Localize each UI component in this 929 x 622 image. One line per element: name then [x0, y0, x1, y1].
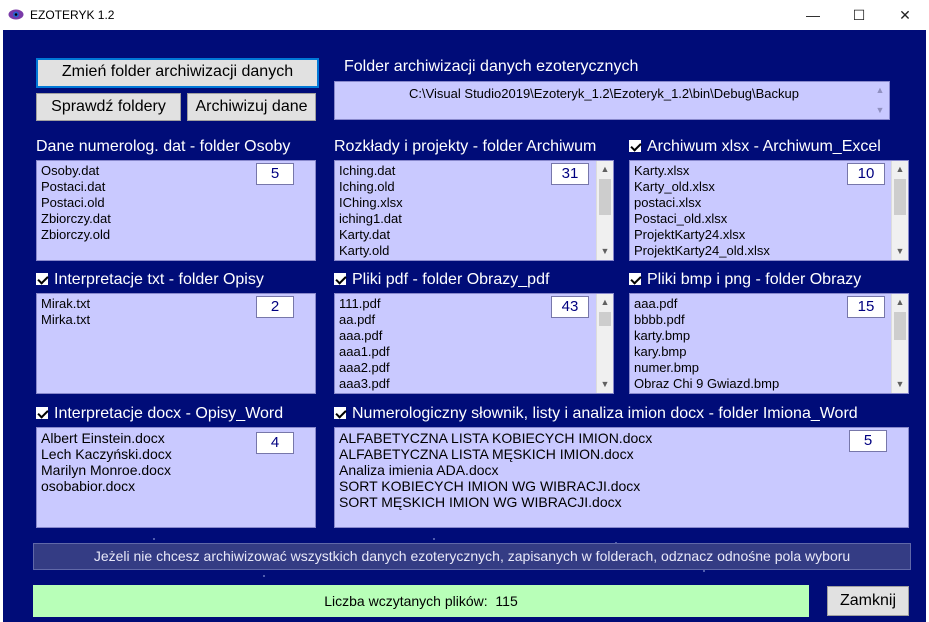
list-item[interactable]: Karty.old	[339, 243, 613, 259]
pdf-listbox[interactable]: 111.pdf aa.pdf aaa.pdf aaa1.pdf aaa2.pdf…	[334, 293, 614, 394]
minimize-button[interactable]: —	[790, 0, 836, 30]
scroll-up-icon[interactable]: ▲	[892, 294, 908, 311]
list-item[interactable]: IChing.xlsx	[339, 195, 613, 211]
list-item[interactable]: aaa3.pdf	[339, 376, 613, 392]
imiona-label-text: Numerologiczny słownik, listy i analiza …	[352, 405, 858, 422]
excel-checkbox[interactable]	[629, 140, 641, 152]
list-item[interactable]: Analiza imienia ADA.docx	[339, 462, 908, 478]
check-folders-button[interactable]: Sprawdź foldery	[36, 93, 181, 121]
opisy-label[interactable]: Interpretacje txt - folder Opisy	[36, 271, 264, 289]
archive-data-button[interactable]: Archiwizuj dane	[187, 93, 316, 121]
osoby-label: Dane numerolog. dat - folder Osoby	[36, 138, 291, 155]
close-window-button[interactable]: ✕	[882, 0, 928, 30]
scroll-down-icon[interactable]: ▼	[892, 376, 908, 393]
file-count-label: Liczba wczytanych plików:	[324, 593, 488, 609]
excel-label[interactable]: Archiwum xlsx - Archiwum_Excel	[629, 138, 881, 156]
scroll-up-icon[interactable]: ▲	[597, 161, 613, 178]
list-item[interactable]: aaa.pdf	[339, 328, 613, 344]
list-item[interactable]: ProjektKarty24.xlsx	[634, 227, 908, 243]
excel-label-text: Archiwum xlsx - Archiwum_Excel	[647, 138, 881, 155]
excel-scrollbar[interactable]: ▲ ▼	[891, 161, 908, 260]
list-item[interactable]: iching1.dat	[339, 211, 613, 227]
archiwum-count: 31	[551, 163, 589, 185]
osoby-listbox[interactable]: Osoby.dat Postaci.dat Postaci.old Zbiorc…	[36, 160, 316, 261]
opisy-checkbox[interactable]	[36, 273, 48, 285]
scroll-thumb[interactable]	[599, 179, 611, 215]
imiona-listbox[interactable]: ALFABETYCZNA LISTA KOBIECYCH IMION.docx …	[334, 427, 909, 528]
pdf-label[interactable]: Pliki pdf - folder Obrazy_pdf	[334, 271, 549, 289]
list-item[interactable]: Zbiorczy.dat	[41, 211, 315, 227]
archiwum-scrollbar[interactable]: ▲ ▼	[596, 161, 613, 260]
archiwum-label: Rozkłady i projekty - folder Archiwum	[334, 138, 597, 155]
word-label[interactable]: Interpretacje docx - Opisy_Word	[36, 405, 283, 423]
scroll-up-icon[interactable]: ▲	[597, 294, 613, 311]
imiona-count: 5	[849, 430, 887, 452]
list-item[interactable]: ProjektKarty24_old.xlsx	[634, 243, 908, 259]
word-listbox[interactable]: Albert Einstein.docx Lech Kaczyński.docx…	[36, 427, 316, 528]
obrazy-label[interactable]: Pliki bmp i png - folder Obrazy	[629, 271, 861, 289]
pdf-checkbox[interactable]	[334, 273, 346, 285]
scroll-thumb[interactable]	[599, 312, 611, 326]
file-count-status: Liczba wczytanych plików: 115	[33, 585, 809, 617]
opisy-count: 2	[256, 296, 294, 318]
list-item[interactable]: postaci.xlsx	[634, 195, 908, 211]
list-item[interactable]: karty.bmp	[634, 328, 908, 344]
opisy-listbox[interactable]: Mirak.txt Mirka.txt 2	[36, 293, 316, 394]
scroll-thumb[interactable]	[894, 179, 906, 215]
list-item[interactable]: aaa1.pdf	[339, 344, 613, 360]
scroll-down-icon[interactable]: ▼	[872, 102, 888, 119]
list-item[interactable]: Postaci_old.xlsx	[634, 211, 908, 227]
obrazy-listbox[interactable]: aaa.pdf bbbb.pdf karty.bmp kary.bmp nume…	[629, 293, 909, 394]
imiona-checkbox[interactable]	[334, 407, 346, 419]
pdf-count: 43	[551, 296, 589, 318]
close-button[interactable]: Zamknij	[827, 586, 909, 616]
archiwum-listbox[interactable]: Iching.dat Iching.old IChing.xlsx iching…	[334, 160, 614, 261]
eye-icon	[8, 9, 24, 20]
obrazy-scrollbar[interactable]: ▲ ▼	[891, 294, 908, 393]
window-title: EZOTERYK 1.2	[30, 8, 115, 22]
list-item[interactable]: numer.bmp	[634, 360, 908, 376]
info-message: Jeżeli nie chcesz archiwizować wszystkic…	[33, 543, 911, 570]
osoby-count: 5	[256, 163, 294, 185]
archive-folder-path-box[interactable]: C:\Visual Studio2019\Ezoteryk_1.2\Ezoter…	[334, 81, 890, 120]
excel-listbox[interactable]: Karty.xlsx Karty_old.xlsx postaci.xlsx P…	[629, 160, 909, 261]
maximize-button[interactable]: ☐	[836, 0, 882, 30]
scroll-up-icon[interactable]: ▲	[872, 82, 888, 99]
list-item[interactable]: ALFABETYCZNA LISTA KOBIECYCH IMION.docx	[339, 430, 908, 446]
list-item[interactable]: Obraz Chi 9 Gwiazd.bmp	[634, 376, 908, 392]
obrazy-label-text: Pliki bmp i png - folder Obrazy	[647, 271, 862, 288]
opisy-label-text: Interpretacje txt - folder Opisy	[54, 271, 264, 288]
main-window: Zmień folder archiwizacji danych Sprawdź…	[3, 30, 926, 622]
list-item[interactable]: Postaci.old	[41, 195, 315, 211]
pdf-scrollbar[interactable]: ▲ ▼	[596, 294, 613, 393]
scroll-thumb[interactable]	[894, 312, 906, 340]
list-item[interactable]: Marilyn Monroe.docx	[41, 462, 315, 478]
excel-count: 10	[847, 163, 885, 185]
list-item[interactable]: SORT KOBIECYCH IMION WG WIBRACJI.docx	[339, 478, 908, 494]
obrazy-checkbox[interactable]	[629, 273, 641, 285]
file-count-value: 115	[495, 593, 518, 609]
list-item[interactable]: SORT MĘSKICH IMION WG WIBRACJI.docx	[339, 494, 908, 510]
path-scrollbar[interactable]: ▲ ▼	[872, 82, 889, 119]
scroll-down-icon[interactable]: ▼	[597, 376, 613, 393]
title-bar: EZOTERYK 1.2 — ☐ ✕	[0, 0, 929, 30]
list-item[interactable]: ALFABETYCZNA LISTA MĘSKICH IMION.docx	[339, 446, 908, 462]
scroll-up-icon[interactable]: ▲	[892, 161, 908, 178]
scroll-down-icon[interactable]: ▼	[597, 243, 613, 260]
word-count: 4	[256, 432, 294, 454]
list-item[interactable]: osobabior.docx	[41, 478, 315, 494]
change-folder-button[interactable]: Zmień folder archiwizacji danych	[36, 58, 319, 88]
list-item[interactable]: Zbiorczy.old	[41, 227, 315, 243]
obrazy-count: 15	[847, 296, 885, 318]
pdf-label-text: Pliki pdf - folder Obrazy_pdf	[352, 271, 550, 288]
word-label-text: Interpretacje docx - Opisy_Word	[54, 405, 284, 422]
scroll-down-icon[interactable]: ▼	[892, 243, 908, 260]
imiona-label[interactable]: Numerologiczny słownik, listy i analiza …	[334, 405, 858, 423]
list-item[interactable]: kary.bmp	[634, 344, 908, 360]
list-item[interactable]: Karty.dat	[339, 227, 613, 243]
word-checkbox[interactable]	[36, 407, 48, 419]
list-item[interactable]: aaa2.pdf	[339, 360, 613, 376]
archive-folder-path: C:\Visual Studio2019\Ezoteryk_1.2\Ezoter…	[409, 86, 799, 101]
archive-folder-label: Folder archiwizacji danych ezoterycznych	[344, 58, 639, 75]
